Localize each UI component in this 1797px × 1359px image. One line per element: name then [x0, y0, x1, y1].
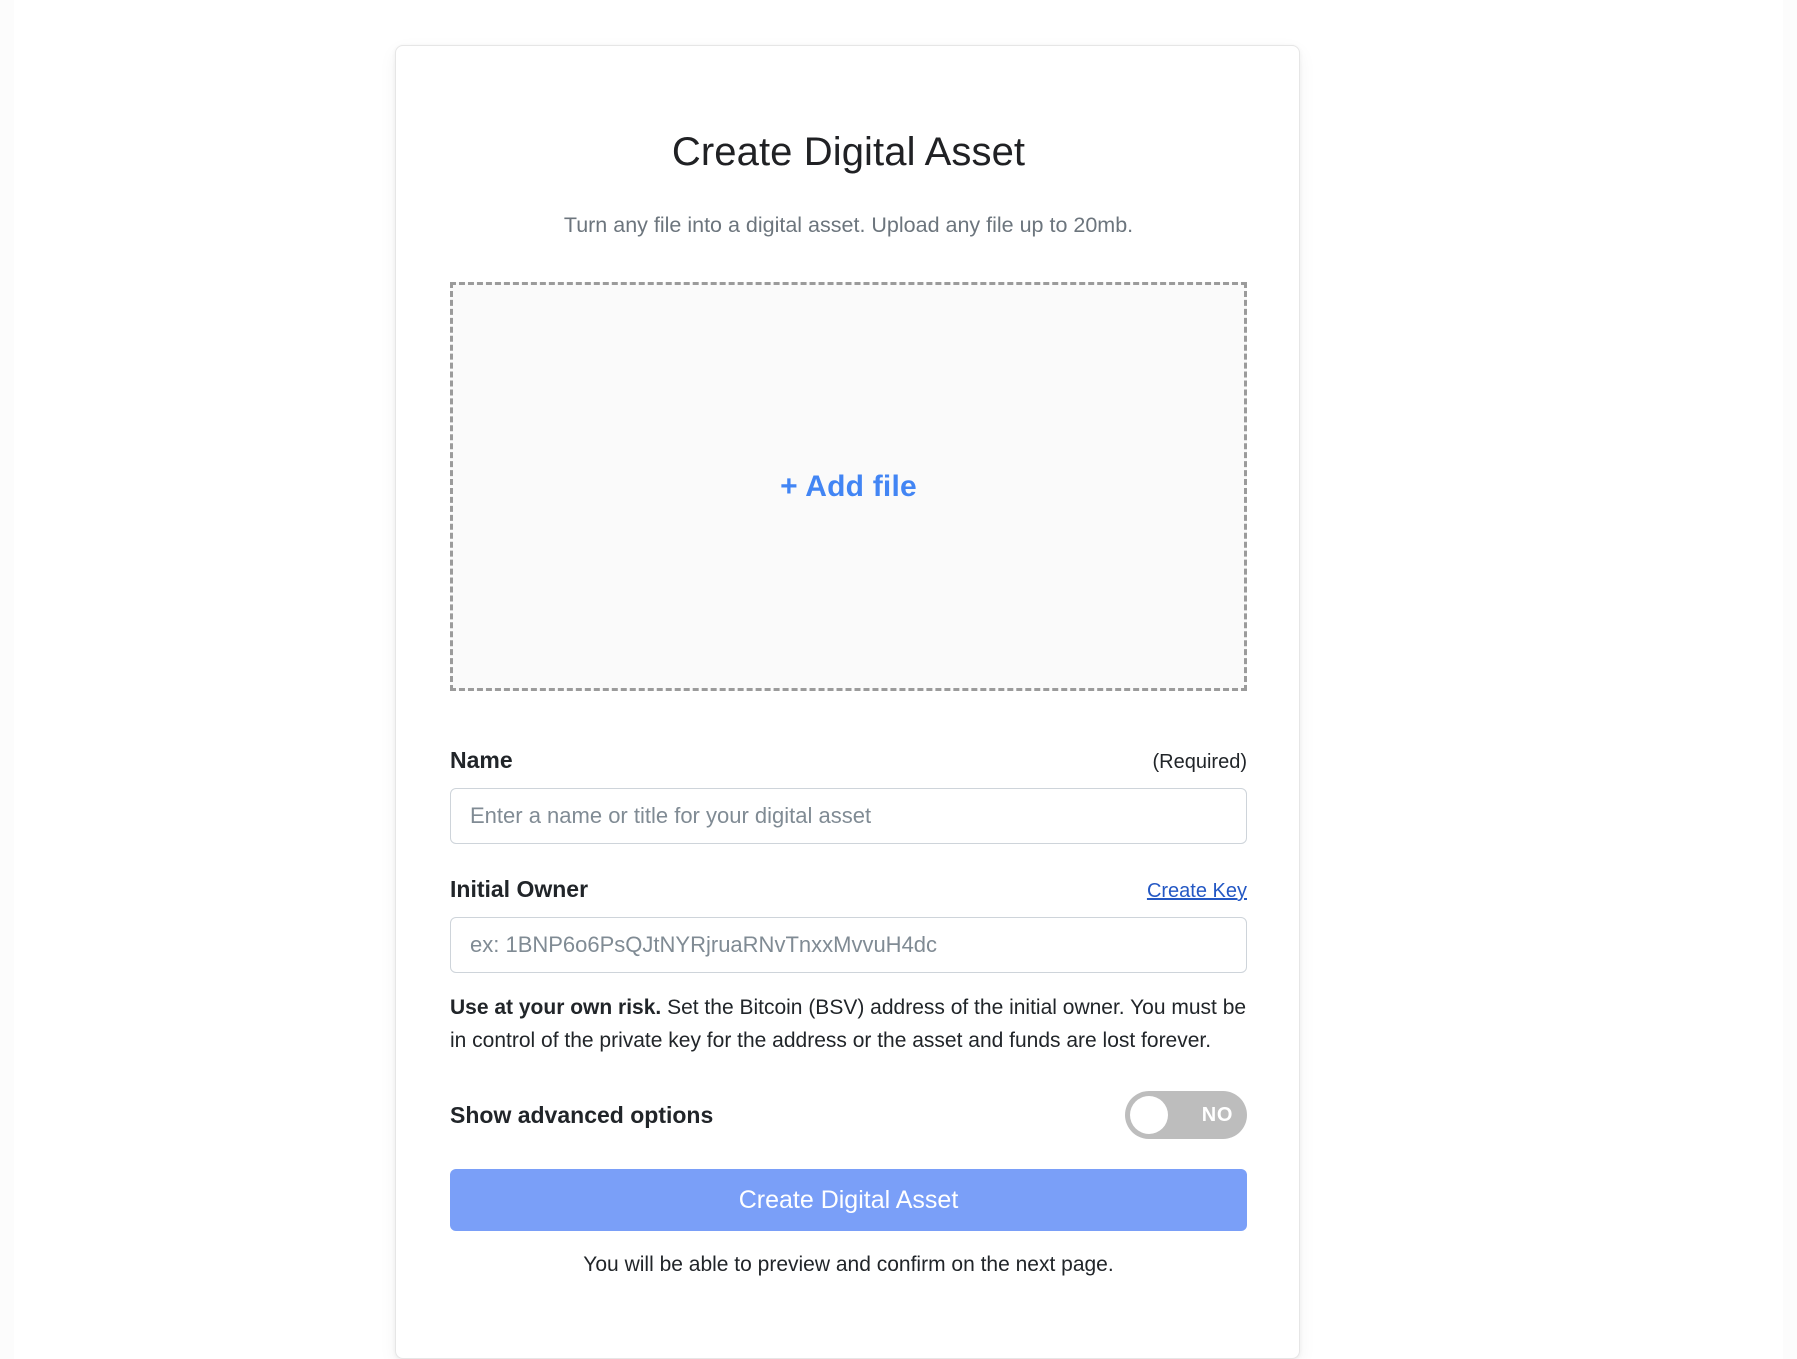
create-digital-asset-button[interactable]: Create Digital Asset — [450, 1169, 1247, 1232]
name-field-block: Name (Required) — [450, 747, 1247, 844]
page-title: Create Digital Asset — [671, 130, 1026, 174]
owner-risk-warning-bold: Use at your own risk. — [450, 996, 662, 1019]
page-root: Create Digital Asset Turn any file into … — [0, 0, 1797, 1359]
toggle-knob — [1130, 1096, 1168, 1135]
advanced-options-toggle[interactable]: NO — [1125, 1091, 1247, 1140]
file-dropzone[interactable]: + Add file — [450, 282, 1247, 691]
submit-footnote: You will be able to preview and confirm … — [583, 1253, 1114, 1277]
owner-risk-warning: Use at your own risk. Set the Bitcoin (B… — [450, 991, 1247, 1057]
toggle-state-label: NO — [1201, 1104, 1233, 1127]
add-file-label: + Add file — [780, 469, 917, 503]
initial-owner-input[interactable] — [450, 917, 1247, 973]
advanced-options-label: Show advanced options — [450, 1101, 714, 1128]
create-key-link[interactable]: Create Key — [1147, 880, 1247, 903]
name-field-header: Name (Required) — [450, 747, 1247, 774]
initial-owner-field-block: Initial Owner Create Key Use at your own… — [450, 876, 1247, 1057]
page-gutter-right — [1783, 0, 1797, 1359]
initial-owner-field-header: Initial Owner Create Key — [450, 876, 1247, 903]
advanced-options-row: Show advanced options NO — [450, 1091, 1247, 1140]
page-subtitle: Turn any file into a digital asset. Uplo… — [563, 213, 1134, 237]
card-content: Create Digital Asset Turn any file into … — [450, 46, 1247, 1277]
initial-owner-label: Initial Owner — [450, 876, 589, 902]
create-digital-asset-card: Create Digital Asset Turn any file into … — [395, 45, 1300, 1359]
name-required-hint: (Required) — [1152, 751, 1247, 773]
name-label: Name — [450, 747, 513, 773]
page-gutter-left — [0, 0, 14, 1359]
name-input[interactable] — [450, 788, 1247, 844]
